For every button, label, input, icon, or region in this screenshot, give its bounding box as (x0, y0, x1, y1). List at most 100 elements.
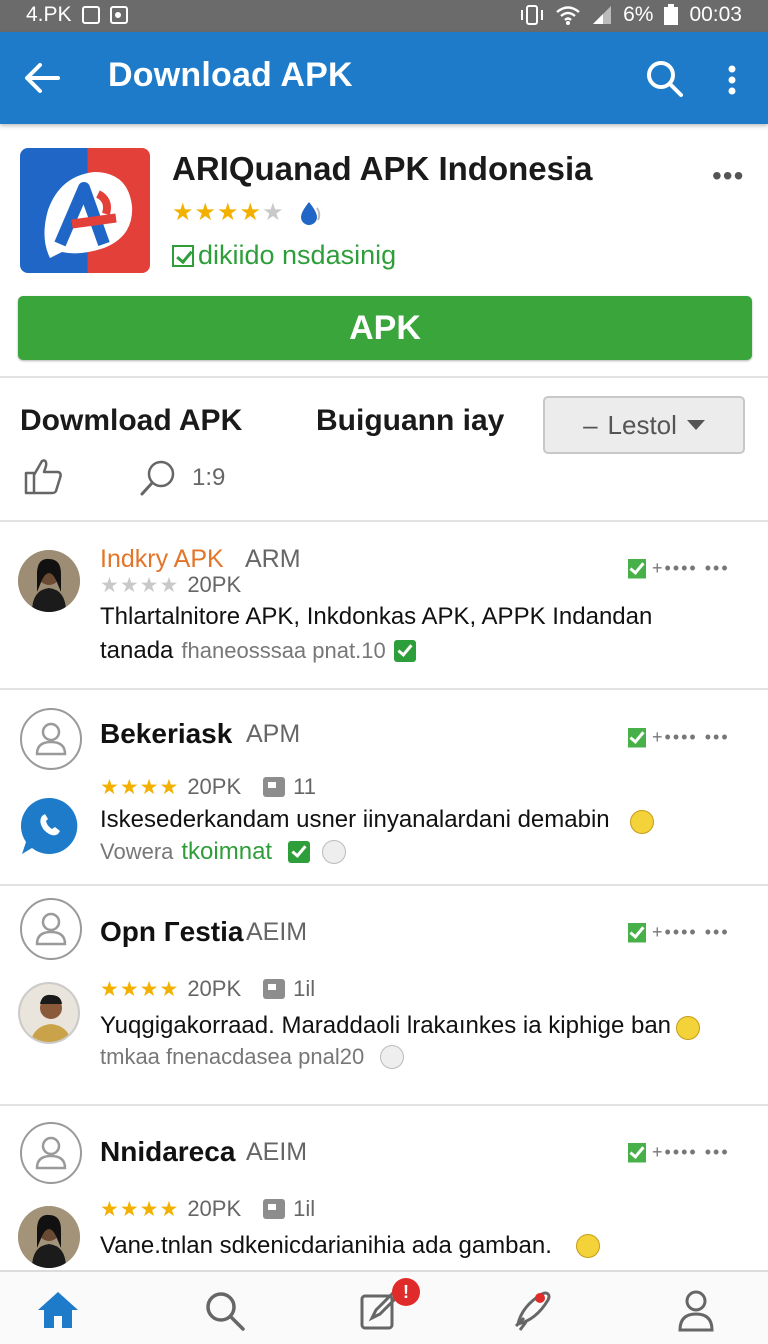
verified-label: dikiido nsdasinig (172, 240, 396, 271)
divider (0, 520, 768, 522)
review-stars: ★★★★ (100, 1197, 180, 1221)
sort-dropdown[interactable]: – Lestol (543, 396, 745, 454)
status-bar: 4.PK 6% 00:03 (0, 0, 768, 32)
review-meta-text: 20PK (187, 976, 242, 1001)
image-icon (263, 777, 286, 797)
reviewer-tag: AEIM (246, 918, 308, 946)
emoji-icon (380, 1045, 405, 1069)
app-name: ARIQuanad APK Indonesia (172, 150, 593, 187)
section-title: Dowmload APK (20, 404, 243, 437)
reviewer-avatar[interactable] (18, 550, 80, 612)
reviewer-tag: AEIM (246, 1138, 308, 1166)
search-nav-icon[interactable] (200, 1286, 248, 1334)
emoji-icon (676, 1016, 700, 1040)
helpful-check-icon[interactable] (628, 727, 646, 748)
battery-icon (664, 4, 679, 25)
sort-dropdown-value: Lestol (607, 409, 677, 440)
review-actions[interactable]: +•••• ••• (628, 922, 730, 943)
verified-text: dikiido nsdasinig (198, 240, 397, 270)
image-notification-icon (109, 6, 128, 24)
helpful-check-icon[interactable] (628, 558, 646, 579)
vibrate-icon (521, 5, 544, 25)
bottom-navigation (0, 1270, 768, 1344)
emoji-icon (322, 840, 347, 864)
section-subtitle: Buiguann iay (316, 404, 505, 437)
chat-bubble-icon[interactable] (20, 796, 80, 856)
image-icon (263, 1199, 286, 1219)
carrier-label: 4.PK (26, 3, 72, 26)
review-stars: ★★★★ (100, 977, 180, 1001)
helpful-check-icon[interactable] (628, 1142, 646, 1163)
chevron-down-icon (686, 420, 705, 430)
reviewer-avatar[interactable] (20, 898, 82, 960)
screen: 4.PK 6% 00:03 Download APK ARIQuanad APK… (0, 0, 768, 1344)
review-meta-count: 1il (293, 976, 316, 1001)
verified-check-icon (172, 244, 194, 267)
review-meta-text: 20PK (187, 572, 242, 597)
apk-download-button[interactable]: APK (18, 296, 752, 360)
app-logo (20, 148, 150, 273)
battery-percent: 6% (623, 3, 654, 26)
search-icon[interactable] (644, 58, 684, 98)
review-actions[interactable]: +•••• ••• (628, 558, 730, 579)
divider (0, 1104, 768, 1106)
review-actions[interactable]: +•••• ••• (628, 1142, 730, 1163)
reviewer-name[interactable]: Indkry APK (100, 545, 224, 574)
drop-icon (300, 201, 320, 225)
emoji-icon (630, 810, 654, 834)
review-text: Iskesederkandam usner iinyanalardani dem… (100, 806, 610, 833)
review-sub-text: fhaneosssaa pnat.10 (181, 638, 386, 663)
review-meta-count: 1il (293, 1196, 316, 1221)
verified-badge-icon (288, 841, 311, 863)
rocket-icon[interactable] (508, 1286, 556, 1334)
star-rating: ★★★★★ (172, 199, 285, 226)
reviewer-avatar[interactable] (18, 1206, 80, 1268)
comment-count: 1:9 (192, 464, 226, 491)
helpful-check-icon[interactable] (628, 922, 646, 943)
review-stars: ★★★★ (100, 775, 180, 799)
review-meta: ★★★★ 20PK (100, 572, 241, 598)
reviewer-tag: APM (246, 720, 301, 748)
more-dots-icon[interactable]: +•••• ••• (652, 922, 730, 943)
app-bar: Download APK (0, 32, 768, 124)
reviewer-avatar[interactable] (18, 982, 80, 1044)
review-meta-count: 11 (293, 774, 316, 799)
divider (0, 688, 768, 690)
wifi-icon (556, 6, 580, 25)
reviewer-avatar[interactable] (20, 708, 82, 770)
review-sub: tanada fhaneosssaa pnat.10 (100, 637, 416, 665)
more-dots-icon[interactable]: +•••• ••• (652, 558, 730, 579)
back-arrow-icon[interactable] (22, 58, 62, 98)
overflow-menu-icon[interactable] (718, 60, 746, 100)
review-actions[interactable]: +•••• ••• (628, 727, 730, 748)
notification-icon (81, 6, 100, 24)
home-icon[interactable] (34, 1286, 82, 1334)
thumbs-up-icon[interactable] (22, 455, 64, 497)
divider (0, 376, 768, 378)
review-meta: ★★★★ 20PK 1il (100, 1196, 315, 1222)
page-title: Download APK (108, 56, 353, 94)
signal-icon (593, 6, 612, 24)
review-text: Yuqgigakorraad. Maraddaoli lrakaınkes ia… (100, 1012, 672, 1039)
reviewer-name[interactable]: Bekeriask (100, 718, 232, 750)
more-dots-icon[interactable]: +•••• ••• (652, 1142, 730, 1163)
review-sub: Vowera tkoimnat (100, 838, 347, 866)
review-meta: ★★★★ 20PK 11 (100, 774, 316, 800)
app-more-icon[interactable]: ••• (712, 160, 744, 192)
app-rating: ★★★★★ (172, 198, 323, 227)
verified-badge-icon (393, 640, 416, 662)
divider (0, 884, 768, 886)
image-icon (263, 979, 286, 999)
reviewer-avatar[interactable] (20, 1122, 82, 1184)
more-dots-icon[interactable]: +•••• ••• (652, 727, 730, 748)
comment-icon[interactable] (138, 458, 178, 498)
reviewer-tag: ARM (245, 545, 301, 573)
reviewer-name[interactable]: Opn Гestia (100, 916, 243, 948)
review-sub-prefix: tanada (100, 637, 174, 664)
profile-icon[interactable] (672, 1286, 720, 1334)
review-stars: ★★★★ (100, 573, 180, 597)
emoji-icon (576, 1234, 600, 1258)
reviewer-name[interactable]: Nnidareca (100, 1136, 235, 1168)
review-sub-text: Vowera (100, 839, 174, 864)
clock: 00:03 (689, 3, 742, 26)
